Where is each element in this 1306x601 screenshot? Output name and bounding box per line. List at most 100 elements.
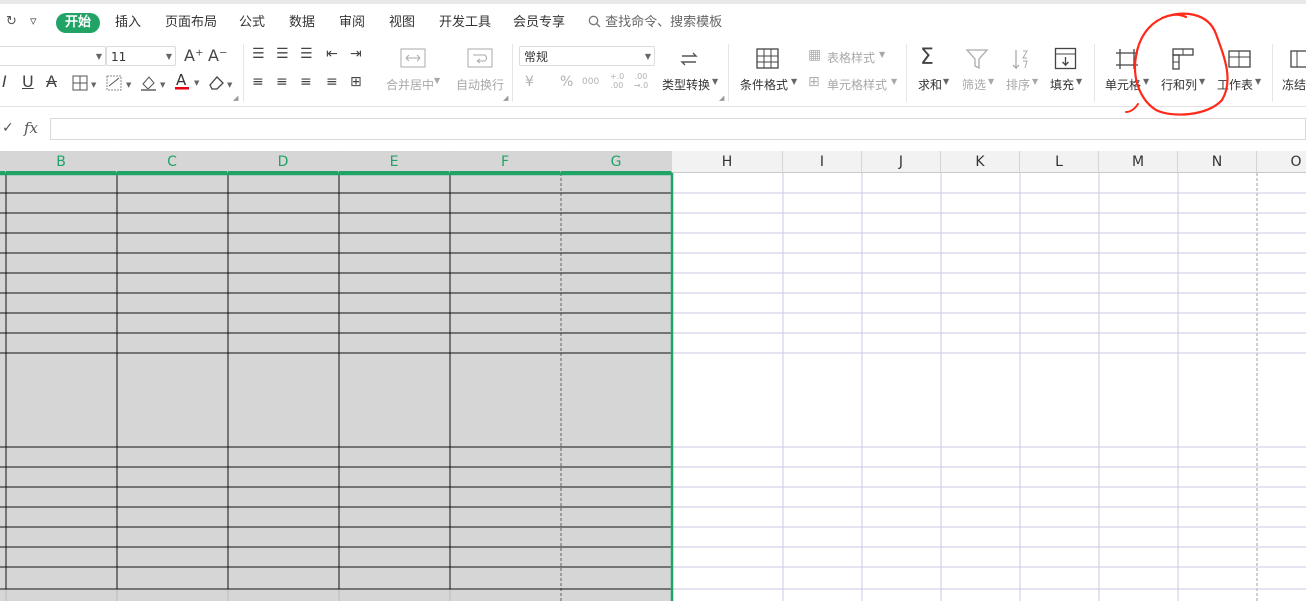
conditional-format-dropdown-icon[interactable]: ▼ [791,77,797,86]
tab-home[interactable]: 开始 [56,13,101,33]
ribbon-separator [728,44,729,102]
type-convert-dropdown-icon[interactable]: ▼ [712,77,718,86]
column-header-h[interactable]: H [672,151,783,173]
fx-icon[interactable]: fx [24,119,38,137]
font-name-select[interactable]: ▼ [0,46,106,66]
table-style-icon[interactable]: ▦ [808,47,821,63]
thousands-separator-icon[interactable]: 000 [582,74,599,90]
column-header-c[interactable]: C [117,151,228,173]
window-top-strip [0,0,1306,4]
red-annotation-circle [1125,12,1229,116]
tab-data[interactable]: 数据 [289,13,315,33]
conditional-format-label[interactable]: 条件格式 [740,76,788,93]
indent-decrease-icon[interactable]: ⇤ [326,46,338,62]
distributed-align-icon[interactable]: ⊞ [350,74,362,90]
tab-review[interactable]: 审阅 [339,13,365,33]
freeze-panes-icon[interactable] [1290,48,1306,70]
percent-icon[interactable]: % [560,74,573,90]
clear-format-icon[interactable]: ▼ [208,74,236,92]
type-convert-label[interactable]: 类型转换 [662,76,710,93]
column-header-m[interactable]: M [1099,151,1178,173]
ribbon-separator [1272,44,1273,102]
underline-icon[interactable]: U [22,74,34,90]
ribbon-separator [512,44,513,102]
merge-dropdown-icon[interactable]: ▼ [434,76,440,85]
cell-style-icon[interactable]: ⊞ [808,74,820,90]
worksheet-dropdown-icon[interactable]: ▼ [1255,77,1261,86]
filter-label[interactable]: 筛选 [962,76,986,93]
column-header-e[interactable]: E [339,151,450,173]
tab-insert[interactable]: 插入 [115,13,141,33]
fill-label[interactable]: 填充 [1050,76,1074,93]
column-header-k[interactable]: K [941,151,1020,173]
column-header-d[interactable]: D [228,151,339,173]
alignment-dialog-launcher-icon[interactable]: ◢ [503,94,508,102]
merge-center-label[interactable]: 合并居中 [386,76,434,93]
cell-shading-icon[interactable]: ▼ [106,74,136,92]
italic-icon[interactable]: I [2,74,7,90]
table-style-label[interactable]: 表格样式 [827,49,875,66]
fill-icon[interactable] [1054,47,1078,71]
align-center-icon[interactable]: ≡ [276,74,288,90]
sum-icon[interactable]: Σ [920,46,934,70]
tab-view[interactable]: 视图 [389,13,415,33]
freeze-panes-label[interactable]: 冻结 [1282,76,1306,93]
tab-developer[interactable]: 开发工具 [439,13,491,33]
confirm-check-icon[interactable]: ✓ [2,120,14,136]
increase-decimal-icon[interactable]: +.0 .00 [606,72,628,90]
decrease-decimal-icon[interactable]: .00 →.0 [630,72,652,90]
table-style-dropdown-icon[interactable]: ▼ [879,50,885,59]
fill-dropdown-icon[interactable]: ▼ [1076,77,1082,86]
filter-dropdown-icon[interactable]: ▼ [988,77,994,86]
filter-icon[interactable] [965,48,989,70]
column-header-l[interactable]: L [1020,151,1099,173]
cell-style-label[interactable]: 单元格样式 [827,76,887,93]
sum-dropdown-icon[interactable]: ▼ [943,77,949,86]
column-header-f[interactable]: F [450,151,561,173]
column-header-g[interactable]: G [561,151,672,173]
align-bottom-icon[interactable]: ☰ [300,46,313,62]
column-header-o[interactable]: O [1257,151,1306,173]
wrap-text-icon[interactable] [467,48,493,68]
sort-dropdown-icon[interactable]: ▼ [1032,77,1038,86]
font-grow-icon[interactable]: A⁺ [184,48,203,64]
column-header-b[interactable]: B [6,151,117,173]
justify-icon[interactable]: ≡ [326,74,338,90]
command-search[interactable]: 查找命令、搜索模板 [588,13,722,33]
quick-access-dropdown-icon[interactable]: ▿ [30,14,37,29]
number-dialog-launcher-icon[interactable]: ◢ [719,94,724,102]
sort-icon[interactable] [1010,47,1034,71]
align-left-icon[interactable]: ≡ [252,74,264,90]
align-right-icon[interactable]: ≡ [300,74,312,90]
conditional-format-icon[interactable] [756,48,780,70]
fill-color-icon[interactable]: ▼ [140,74,170,92]
font-color-icon[interactable]: A ▼ [174,72,204,92]
number-format-select[interactable]: 常规 ▼ [519,46,655,66]
merge-center-icon[interactable] [400,48,426,68]
type-convert-icon[interactable] [678,48,700,70]
tab-page-layout[interactable]: 页面布局 [165,13,217,33]
align-top-icon[interactable]: ☰ [252,46,265,62]
spreadsheet-grid[interactable]: B C D E F G H I J K L M N O [0,151,1306,601]
font-size-select[interactable]: 11 ▼ [106,46,176,66]
column-header-i[interactable]: I [783,151,862,173]
column-header-j[interactable]: J [862,151,941,173]
cell-style-dropdown-icon[interactable]: ▼ [891,77,897,86]
redo-icon[interactable]: ↻ [6,14,17,29]
font-dialog-launcher-icon[interactable]: ◢ [233,94,238,102]
border-icon[interactable]: ▼ [72,74,100,92]
font-shrink-icon[interactable]: A⁻ [208,48,227,64]
tab-formula[interactable]: 公式 [239,13,265,33]
column-header-n[interactable]: N [1178,151,1257,173]
align-middle-icon[interactable]: ☰ [276,46,289,62]
formula-input[interactable] [50,118,1306,140]
ribbon-separator [1094,44,1095,102]
tab-member[interactable]: 会员专享 [513,13,565,33]
currency-icon[interactable]: ¥ [525,74,534,90]
strikethrough-icon[interactable]: A [46,74,57,90]
sort-label[interactable]: 排序 [1006,76,1030,93]
wrap-text-label[interactable]: 自动换行 [456,76,504,93]
indent-increase-icon[interactable]: ⇥ [350,46,362,62]
sum-label[interactable]: 求和 [918,76,942,93]
number-format-value: 常规 [524,50,549,64]
